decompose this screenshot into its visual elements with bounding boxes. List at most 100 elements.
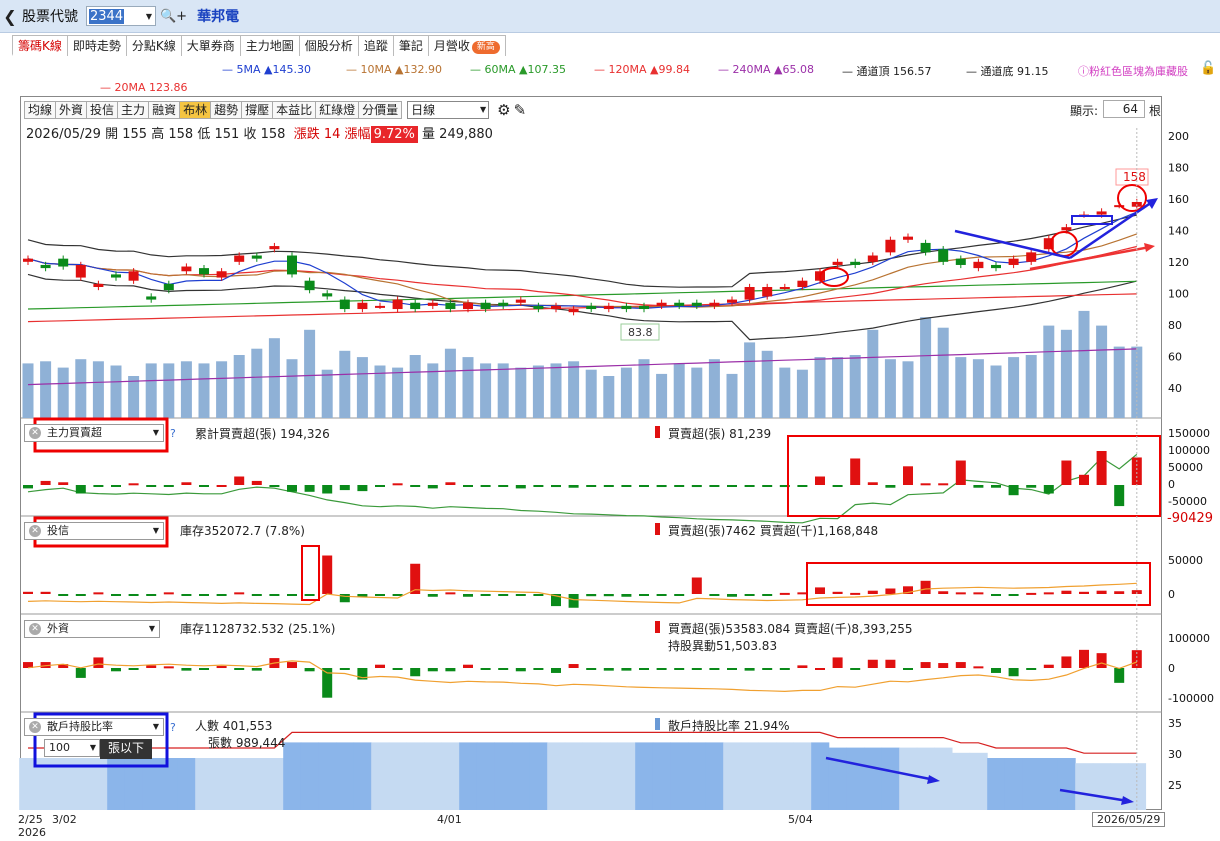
main-force-tick: 100000: [1168, 444, 1210, 457]
main-force-bar: [850, 458, 861, 485]
help-icon[interactable]: ?: [170, 721, 176, 734]
indicator-button[interactable]: 分價量: [358, 100, 403, 119]
volume-value: 249,880: [439, 127, 493, 142]
volume-bar: [550, 363, 562, 418]
invest-bar: [480, 594, 491, 596]
invest-bar: [639, 594, 649, 596]
foreign-bar: [903, 668, 913, 670]
indicator-button[interactable]: 本益比: [272, 100, 317, 119]
close-icon[interactable]: ✕: [29, 721, 41, 733]
foreign-bar: [603, 668, 614, 671]
retail-select-value: 散戶持股比率: [47, 720, 113, 733]
indicator-button[interactable]: 趨勢: [210, 100, 243, 119]
candle-body: [357, 302, 368, 310]
candle-body: [674, 302, 685, 306]
retail-area: [547, 742, 566, 810]
main-force-bar: [551, 485, 561, 488]
candle-body: [727, 299, 737, 303]
volume-bar: [251, 348, 263, 418]
candle-body: [199, 268, 209, 275]
ma240-line: [27, 348, 1137, 386]
retail-area: [512, 742, 531, 810]
volume-bar: [515, 367, 527, 418]
volume-bar: [268, 338, 280, 418]
low-price-label: 83.8: [628, 326, 653, 339]
invest-bar: [1114, 591, 1125, 594]
help-icon[interactable]: ?: [170, 427, 176, 440]
retail-threshold-select[interactable]: 100 ▼: [44, 739, 100, 757]
period-select[interactable]: 日線 ▼: [407, 100, 490, 119]
close-icon[interactable]: ✕: [29, 623, 41, 635]
volume-bar: [1043, 325, 1055, 418]
invest-bar: [727, 594, 737, 597]
close-icon[interactable]: ✕: [29, 525, 41, 537]
foreign-bar: [797, 665, 808, 668]
foreign-bar: [991, 668, 1001, 673]
invest-bar: [568, 594, 579, 608]
chevron-down-icon: ▼: [152, 428, 159, 437]
change-value: 14: [323, 127, 341, 142]
volume-bar: [444, 348, 456, 418]
candle-body: [392, 299, 403, 310]
main-force-select[interactable]: ✕ 主力買賣超 ▼: [24, 424, 164, 442]
foreign-bar: [392, 668, 403, 670]
legend-bar-icon: [655, 621, 660, 633]
foreign-select[interactable]: ✕ 外資 ▼: [24, 620, 160, 638]
invest-bar: [762, 594, 773, 596]
retail-select[interactable]: ✕ 散戶持股比率 ▼: [24, 718, 164, 736]
indicator-button[interactable]: 融資: [148, 100, 181, 119]
candle-body: [287, 255, 297, 275]
foreign-bar: [867, 659, 878, 668]
retail-area: [318, 742, 337, 810]
candle-body: [744, 287, 755, 300]
candle-body: [251, 255, 262, 259]
invest-select[interactable]: ✕ 投信 ▼: [24, 522, 164, 540]
volume-bar: [937, 327, 949, 418]
indicator-button[interactable]: 紅綠燈: [315, 100, 360, 119]
candle-body: [269, 246, 280, 250]
indicator-button[interactable]: 布林: [179, 100, 212, 119]
foreign-tick: -100000: [1168, 692, 1214, 705]
invest-bar: [1061, 590, 1072, 594]
candle-body: [75, 264, 86, 278]
candle-body: [885, 239, 896, 253]
invest-bar: [75, 594, 86, 596]
main-force-bar: [938, 483, 949, 486]
display-count-input[interactable]: 64: [1103, 100, 1145, 118]
volume-bar: [779, 367, 791, 418]
retail-area: [688, 742, 707, 810]
candle-body: [163, 283, 174, 291]
close-icon[interactable]: ✕: [29, 427, 41, 439]
foreign-inventory: 庫存1128732.532 (25.1%): [180, 622, 336, 636]
indicator-button[interactable]: 撐壓: [241, 100, 274, 119]
volume-bar: [480, 363, 492, 418]
indicator-button[interactable]: 均線: [24, 100, 57, 119]
invest-bar: [656, 594, 667, 596]
volume-bar: [57, 367, 69, 418]
settings-gear-icon[interactable]: ⚙: [497, 101, 510, 119]
retail-area: [1040, 758, 1059, 810]
invest-bar: [991, 594, 1001, 596]
volume-bar: [198, 363, 210, 418]
foreign-bar: [1008, 668, 1019, 677]
foreign-bar: [163, 666, 174, 669]
volume-bar: [955, 357, 967, 418]
close-label: 收: [243, 127, 257, 142]
candle-body: [93, 283, 104, 288]
high-value: 158: [168, 127, 194, 142]
invest-bar: [128, 594, 139, 596]
volume-bar: [832, 357, 844, 418]
indicator-button[interactable]: 外資: [55, 100, 88, 119]
indicator-button[interactable]: 投信: [86, 100, 119, 119]
foreign-bar: [621, 668, 632, 671]
invest-bar: [163, 592, 174, 595]
candle-body: [128, 271, 139, 281]
volume-bar: [180, 361, 192, 418]
indicator-button[interactable]: 主力: [117, 100, 150, 119]
open-label: 開: [105, 127, 119, 142]
draw-pen-icon[interactable]: ✎: [514, 101, 527, 119]
candle-body: [410, 302, 421, 310]
candle-body: [779, 287, 790, 290]
candle-body: [955, 258, 966, 265]
foreign-bar: [955, 662, 966, 668]
